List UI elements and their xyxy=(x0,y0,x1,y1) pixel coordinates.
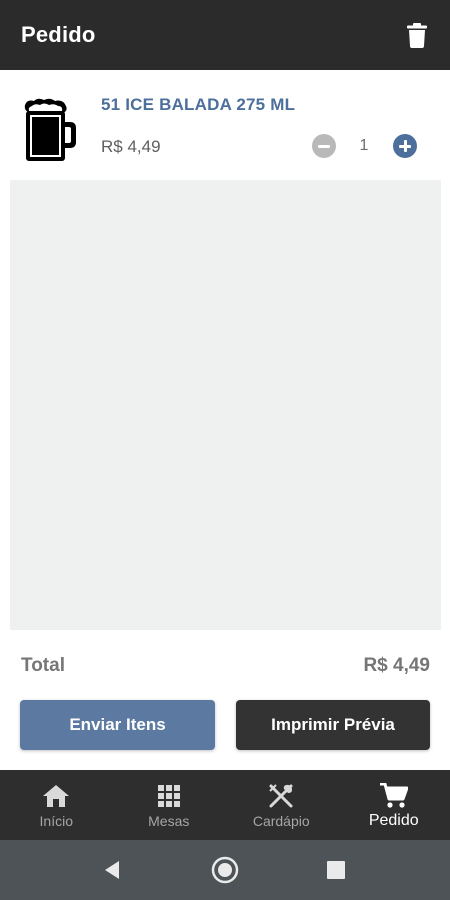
beer-mug-icon xyxy=(20,98,78,162)
cart-icon xyxy=(379,783,408,809)
print-preview-button[interactable]: Imprimir Prévia xyxy=(236,700,430,750)
back-icon[interactable] xyxy=(99,856,127,884)
app-screen: Pedido 51 ICE BALADA 275 ML R$ 4,49 1 To… xyxy=(0,0,450,900)
increase-quantity-button[interactable] xyxy=(393,134,417,158)
bottom-navigation: Início Mesas Cardápio Pedido xyxy=(0,770,450,840)
nav-label-inicio: Início xyxy=(39,813,73,829)
item-price: R$ 4,49 xyxy=(101,137,161,156)
item-name[interactable]: 51 ICE BALADA 275 ML xyxy=(101,95,295,115)
home-circle-icon[interactable] xyxy=(211,856,239,884)
page-title: Pedido xyxy=(21,22,96,47)
total-value: R$ 4,49 xyxy=(363,655,430,676)
trash-icon[interactable] xyxy=(404,21,430,49)
quantity-value: 1 xyxy=(359,137,369,154)
nav-label-mesas: Mesas xyxy=(148,813,190,829)
nav-item-mesas[interactable]: Mesas xyxy=(113,770,226,840)
recents-icon[interactable] xyxy=(322,856,350,884)
system-navigation-bar xyxy=(0,840,450,900)
home-icon xyxy=(42,783,70,809)
nav-item-cardapio[interactable]: Cardápio xyxy=(225,770,338,840)
order-item-row: 51 ICE BALADA 275 ML R$ 4,49 1 xyxy=(0,78,450,178)
utensils-icon xyxy=(267,783,295,809)
order-list-area xyxy=(10,180,441,630)
send-items-button[interactable]: Enviar Itens xyxy=(20,700,215,750)
nav-item-pedido[interactable]: Pedido xyxy=(338,770,450,840)
nav-item-inicio[interactable]: Início xyxy=(0,770,113,840)
grid-icon xyxy=(155,783,183,809)
app-header: Pedido xyxy=(0,0,450,70)
decrease-quantity-button[interactable] xyxy=(312,134,336,158)
nav-label-pedido: Pedido xyxy=(368,812,419,829)
total-label: Total xyxy=(21,655,65,676)
nav-label-cardapio: Cardápio xyxy=(252,813,310,829)
